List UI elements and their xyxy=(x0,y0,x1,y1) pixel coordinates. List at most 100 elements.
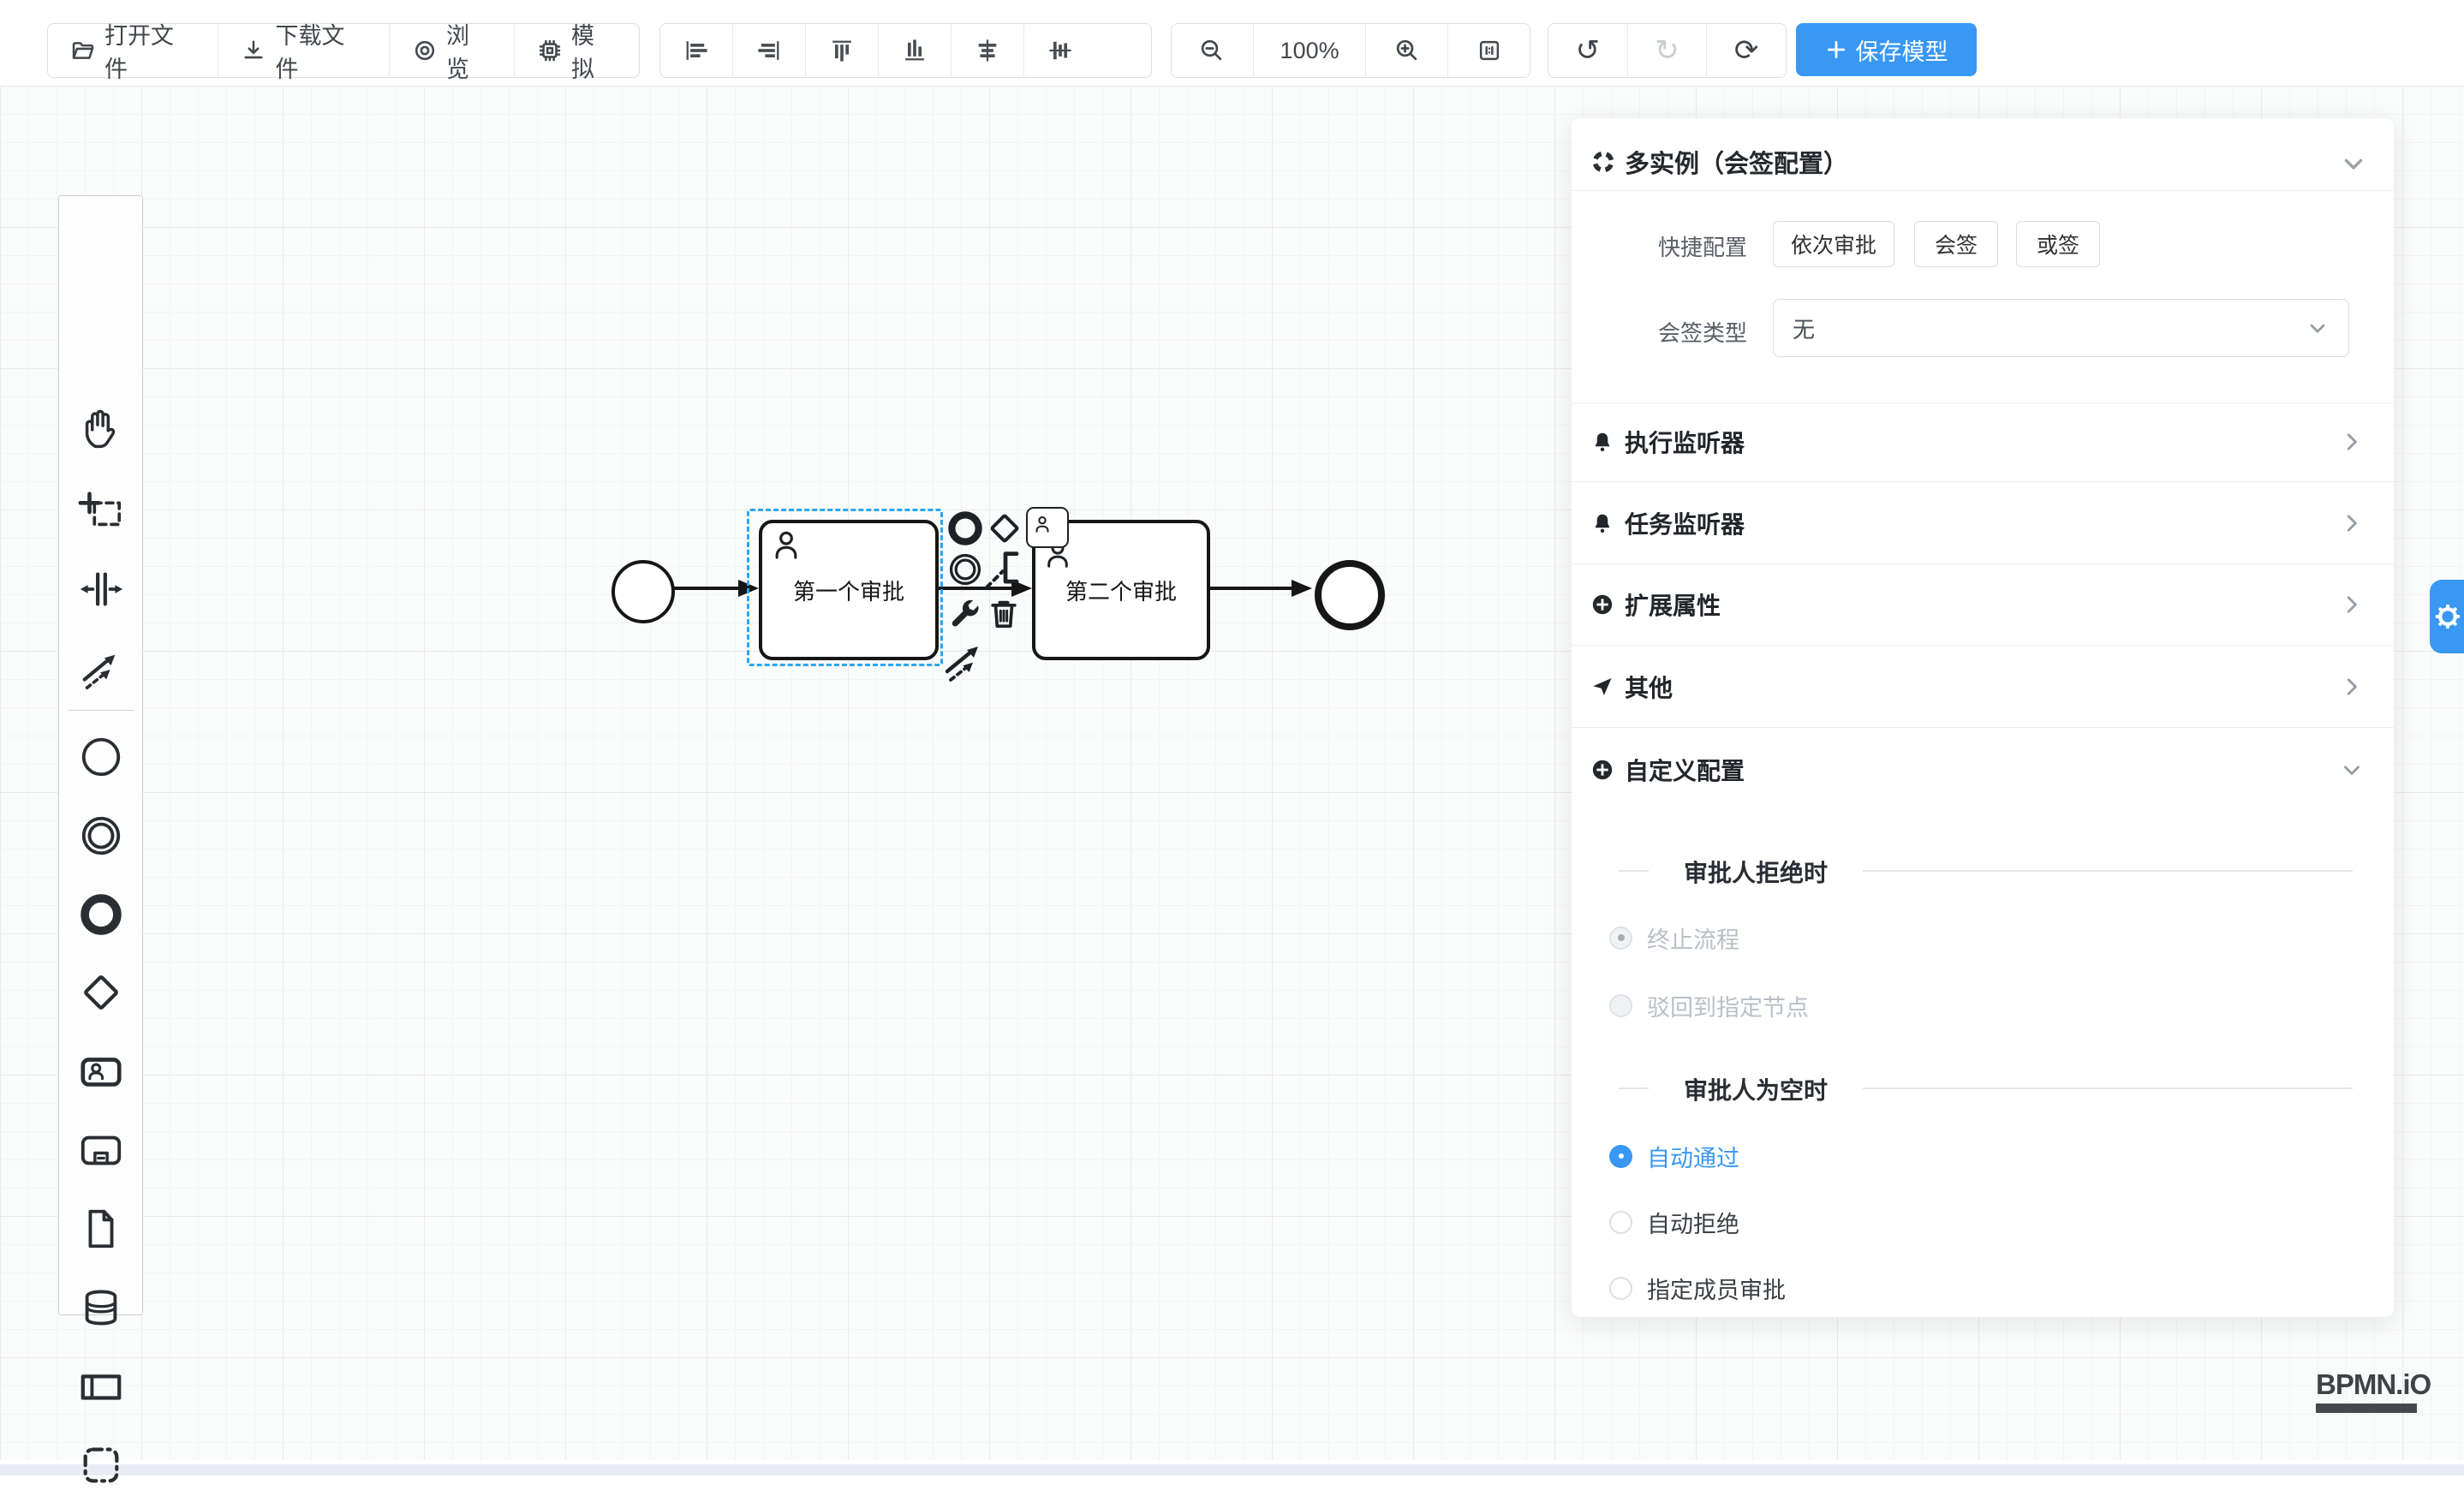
panel-title: 多实例（会签配置） xyxy=(1625,144,1848,180)
create-intermediate-event[interactable] xyxy=(76,811,126,861)
align-left-icon xyxy=(683,37,710,64)
section-other[interactable]: 其他 xyxy=(1572,646,2394,728)
user-icon xyxy=(769,527,803,566)
append-intermediate-event-icon[interactable] xyxy=(946,550,985,593)
save-model-button[interactable]: 保存模型 xyxy=(1796,23,1977,76)
intermediate-event-icon xyxy=(78,813,124,859)
download-file-button[interactable]: 下载文件 xyxy=(218,24,388,77)
bell-icon xyxy=(1590,511,1614,535)
refresh-button[interactable]: ⟳ xyxy=(1706,24,1786,77)
text-annotation-icon[interactable] xyxy=(983,546,1028,595)
trash-icon[interactable] xyxy=(985,594,1023,636)
zoom-in-button[interactable] xyxy=(1366,24,1447,77)
create-data-object[interactable] xyxy=(76,1204,126,1254)
space-tool[interactable] xyxy=(76,564,126,614)
create-group[interactable] xyxy=(76,1440,126,1490)
bpmn-palette xyxy=(58,195,143,1315)
watermark-text: BPMN.iO xyxy=(2316,1368,2431,1401)
align-top-button[interactable] xyxy=(805,24,878,77)
create-subprocess[interactable] xyxy=(76,1125,126,1175)
fit-viewport-icon xyxy=(1476,37,1503,64)
align-center-vertical-button[interactable] xyxy=(1023,24,1096,77)
gear-icon xyxy=(2433,602,2462,631)
zoom-in-icon xyxy=(1393,37,1421,64)
zoom-out-icon xyxy=(1198,37,1226,64)
section-task-listener[interactable]: 任务监听器 xyxy=(1572,482,2394,564)
data-object-icon xyxy=(78,1206,124,1252)
open-file-button[interactable]: 打开文件 xyxy=(48,24,218,77)
palette-separator xyxy=(68,710,134,711)
create-user-task[interactable] xyxy=(76,1046,126,1096)
create-start-event[interactable] xyxy=(76,732,126,782)
section-label: 执行监听器 xyxy=(1625,425,2339,459)
align-toolbar-group xyxy=(659,23,1152,78)
panel-header[interactable]: 多实例（会签配置） xyxy=(1590,137,1848,187)
simulate-button[interactable]: 模拟 xyxy=(514,24,639,77)
section-execution-listener[interactable]: 执行监听器 xyxy=(1572,402,2394,482)
button-label: 浏览 xyxy=(446,17,492,84)
radio-icon xyxy=(1609,994,1632,1017)
participant-icon xyxy=(78,1363,124,1410)
lasso-tool[interactable] xyxy=(76,486,126,535)
bottom-scrollbar[interactable] xyxy=(0,1464,2464,1475)
align-center-horizontal-button[interactable] xyxy=(951,24,1023,77)
create-gateway[interactable] xyxy=(76,968,126,1017)
create-data-store[interactable] xyxy=(76,1283,126,1332)
hand-tool[interactable] xyxy=(76,403,126,453)
preview-button[interactable]: 浏览 xyxy=(389,24,514,77)
save-label: 保存模型 xyxy=(1856,33,1948,67)
radio-auto-pass[interactable]: 自动通过 xyxy=(1609,1137,1739,1175)
start-event-node[interactable] xyxy=(612,560,675,623)
section-label: 其他 xyxy=(1625,670,2339,704)
watermark-underline xyxy=(2316,1404,2417,1413)
fit-viewport-button[interactable] xyxy=(1447,24,1530,77)
connection-tool[interactable] xyxy=(76,643,126,693)
download-icon xyxy=(241,38,266,63)
button-label: 下载文件 xyxy=(275,17,366,84)
chevron-right-icon xyxy=(2339,674,2365,700)
append-end-event-icon[interactable] xyxy=(946,509,985,552)
radio-terminate-process: 终止流程 xyxy=(1609,919,1739,957)
create-participant[interactable] xyxy=(76,1362,126,1411)
sign-type-select[interactable]: 无 xyxy=(1773,299,2349,357)
zoom-out-button[interactable] xyxy=(1172,24,1253,77)
bpmn-io-watermark[interactable]: BPMN.iO xyxy=(2316,1368,2431,1413)
radio-assign-member[interactable]: 指定成员审批 xyxy=(1609,1269,1786,1307)
section-extended-properties[interactable]: 扩展属性 xyxy=(1572,564,2394,646)
undo-button[interactable]: ↺ xyxy=(1548,24,1627,77)
wrench-icon[interactable] xyxy=(946,594,983,636)
align-center-horizontal-icon xyxy=(974,37,1001,64)
chevron-down-icon[interactable] xyxy=(2339,149,2368,178)
history-toolbar-group: ↺ ↻ ⟳ xyxy=(1548,23,1787,78)
radio-auto-reject[interactable]: 自动拒绝 xyxy=(1609,1203,1739,1241)
sign-type-label: 会签类型 xyxy=(1572,316,1747,348)
file-toolbar-group: 打开文件 下载文件 浏览 模拟 xyxy=(47,23,640,78)
quick-option-countersign[interactable]: 会签 xyxy=(1914,221,1998,267)
end-event-node[interactable] xyxy=(1315,560,1385,630)
zoom-level: 100% xyxy=(1253,24,1367,77)
align-center-vertical-icon xyxy=(1047,37,1074,64)
append-user-task-icon[interactable] xyxy=(1026,507,1069,548)
align-right-icon xyxy=(755,37,783,64)
chevron-right-icon xyxy=(2339,510,2365,536)
connect-tool-icon[interactable] xyxy=(940,635,988,688)
quick-option-sequential[interactable]: 依次审批 xyxy=(1773,221,1894,267)
chip-label: 依次审批 xyxy=(1791,229,1876,259)
create-end-event[interactable] xyxy=(76,890,126,939)
send-icon xyxy=(1590,675,1614,699)
align-right-button[interactable] xyxy=(732,24,805,77)
radio-return-to-node: 驳回到指定节点 xyxy=(1609,986,1809,1024)
align-left-button[interactable] xyxy=(660,24,732,77)
radio-label: 指定成员审批 xyxy=(1647,1272,1786,1305)
chevron-down-icon xyxy=(2306,316,2330,340)
redo-button[interactable]: ↻ xyxy=(1627,24,1707,77)
chevron-down-icon xyxy=(2339,757,2365,783)
panel-toggle-gear-button[interactable] xyxy=(2430,580,2464,653)
section-custom-config[interactable]: 自定义配置 xyxy=(1572,728,2394,811)
quick-option-orsign[interactable]: 或签 xyxy=(2016,221,2100,267)
preview-icon xyxy=(412,38,438,63)
align-bottom-button[interactable] xyxy=(878,24,951,77)
radio-label: 自动拒绝 xyxy=(1647,1206,1739,1239)
divider xyxy=(1572,190,2394,191)
empty-section-title: 审批人为空时 xyxy=(1572,1070,2394,1105)
